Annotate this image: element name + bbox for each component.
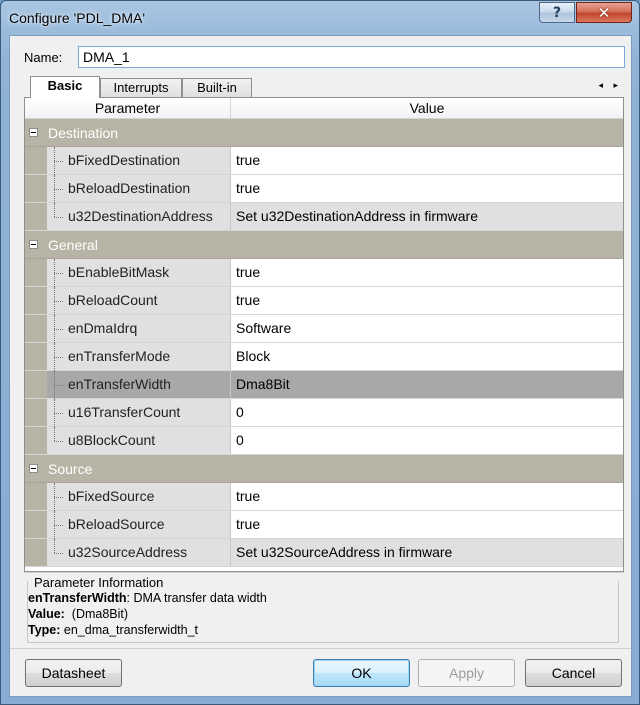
property-name: enTransferWidth: [47, 371, 231, 399]
property-name: enDmaIdrq: [47, 315, 231, 343]
help-icon: ?: [552, 4, 562, 21]
property-name: bFixedDestination: [47, 147, 231, 175]
property-value[interactable]: true: [231, 147, 623, 174]
grid-rows: Destination bFixedDestination true bRelo…: [25, 119, 623, 567]
property-name: bReloadDestination: [47, 175, 231, 203]
window-title: Configure 'PDL_DMA': [9, 10, 146, 26]
info-value: Value: (Dma8Bit): [28, 607, 129, 621]
info-type: Type: en_dma_transferwidth_t: [28, 623, 199, 637]
property-name: u16TransferCount: [47, 399, 231, 427]
property-value[interactable]: true: [231, 511, 623, 538]
name-label: Name:: [24, 50, 63, 65]
category-label: Source: [48, 461, 93, 477]
property-value[interactable]: 0: [231, 399, 623, 426]
tab-built-in[interactable]: Built-in: [182, 78, 252, 97]
property-value[interactable]: true: [231, 287, 623, 314]
property-row[interactable]: bEnableBitMask true: [25, 259, 623, 287]
header-parameter[interactable]: Parameter: [25, 98, 231, 118]
collapse-icon[interactable]: [29, 128, 38, 137]
configure-dialog: Configure 'PDL_DMA' ? ✕ Name: Basic Inte…: [0, 0, 640, 705]
property-name: bFixedSource: [47, 483, 231, 511]
property-value[interactable]: Dma8Bit: [231, 371, 623, 398]
property-row[interactable]: u32DestinationAddress Set u32Destination…: [25, 203, 623, 231]
dialog-client-area: Name: Basic Interrupts Built-in ◂ ▸ Para…: [9, 35, 632, 697]
category-label: General: [48, 237, 98, 253]
parameter-grid: Parameter Value Destination bFixedDestin…: [24, 97, 624, 572]
name-input[interactable]: [78, 46, 625, 68]
tab-interrupts[interactable]: Interrupts: [100, 78, 182, 97]
property-row[interactable]: enDmaIdrq Software: [25, 315, 623, 343]
property-name: u32SourceAddress: [47, 539, 231, 566]
property-value[interactable]: 0: [231, 427, 623, 454]
collapse-icon[interactable]: [29, 240, 38, 249]
info-description: enTransferWidth: DMA transfer data width: [28, 591, 267, 605]
property-value: Set u32SourceAddress in firmware: [231, 539, 623, 566]
ok-button[interactable]: OK: [313, 659, 410, 687]
property-row[interactable]: bReloadCount true: [25, 287, 623, 315]
tab-strip: Basic Interrupts Built-in ◂ ▸: [24, 76, 624, 98]
property-row[interactable]: u8BlockCount 0: [25, 427, 623, 455]
tab-basic[interactable]: Basic: [30, 76, 100, 98]
property-row[interactable]: bReloadDestination true: [25, 175, 623, 203]
property-row[interactable]: u16TransferCount 0: [25, 399, 623, 427]
parameter-information-panel: Parameter Information enTransferWidth: D…: [24, 572, 624, 646]
category-destination[interactable]: Destination: [25, 119, 623, 147]
cancel-button[interactable]: Cancel: [525, 659, 622, 687]
property-name: bReloadSource: [47, 511, 231, 539]
category-label: Destination: [48, 125, 119, 141]
tab-scroll-arrows-icon[interactable]: ◂ ▸: [598, 80, 622, 91]
property-name: u32DestinationAddress: [47, 203, 231, 230]
property-name: u8BlockCount: [47, 427, 231, 454]
datasheet-button[interactable]: Datasheet: [25, 659, 122, 687]
property-row-selected[interactable]: enTransferWidth Dma8Bit: [25, 371, 623, 399]
property-value[interactable]: true: [231, 483, 623, 510]
close-button[interactable]: ✕: [576, 2, 632, 23]
header-value[interactable]: Value: [231, 98, 623, 118]
help-button[interactable]: ?: [539, 2, 575, 23]
property-row[interactable]: u32SourceAddress Set u32SourceAddress in…: [25, 539, 623, 567]
divider: [10, 648, 631, 649]
property-value: Set u32DestinationAddress in firmware: [231, 203, 623, 230]
property-row[interactable]: bFixedSource true: [25, 483, 623, 511]
property-name: bEnableBitMask: [47, 259, 231, 287]
property-value[interactable]: Block: [231, 343, 623, 370]
close-icon: ✕: [597, 3, 611, 22]
category-general[interactable]: General: [25, 231, 623, 259]
property-row[interactable]: bReloadSource true: [25, 511, 623, 539]
category-source[interactable]: Source: [25, 455, 623, 483]
title-bar[interactable]: Configure 'PDL_DMA' ? ✕: [1, 1, 639, 35]
property-name: enTransferMode: [47, 343, 231, 371]
property-value[interactable]: true: [231, 175, 623, 202]
apply-button[interactable]: Apply: [418, 659, 515, 687]
property-value[interactable]: Software: [231, 315, 623, 342]
property-value[interactable]: true: [231, 259, 623, 286]
property-row[interactable]: enTransferMode Block: [25, 343, 623, 371]
grid-header: Parameter Value: [25, 98, 623, 119]
collapse-icon[interactable]: [29, 464, 38, 473]
info-title: Parameter Information: [33, 575, 165, 590]
property-row[interactable]: bFixedDestination true: [25, 147, 623, 175]
property-name: bReloadCount: [47, 287, 231, 315]
